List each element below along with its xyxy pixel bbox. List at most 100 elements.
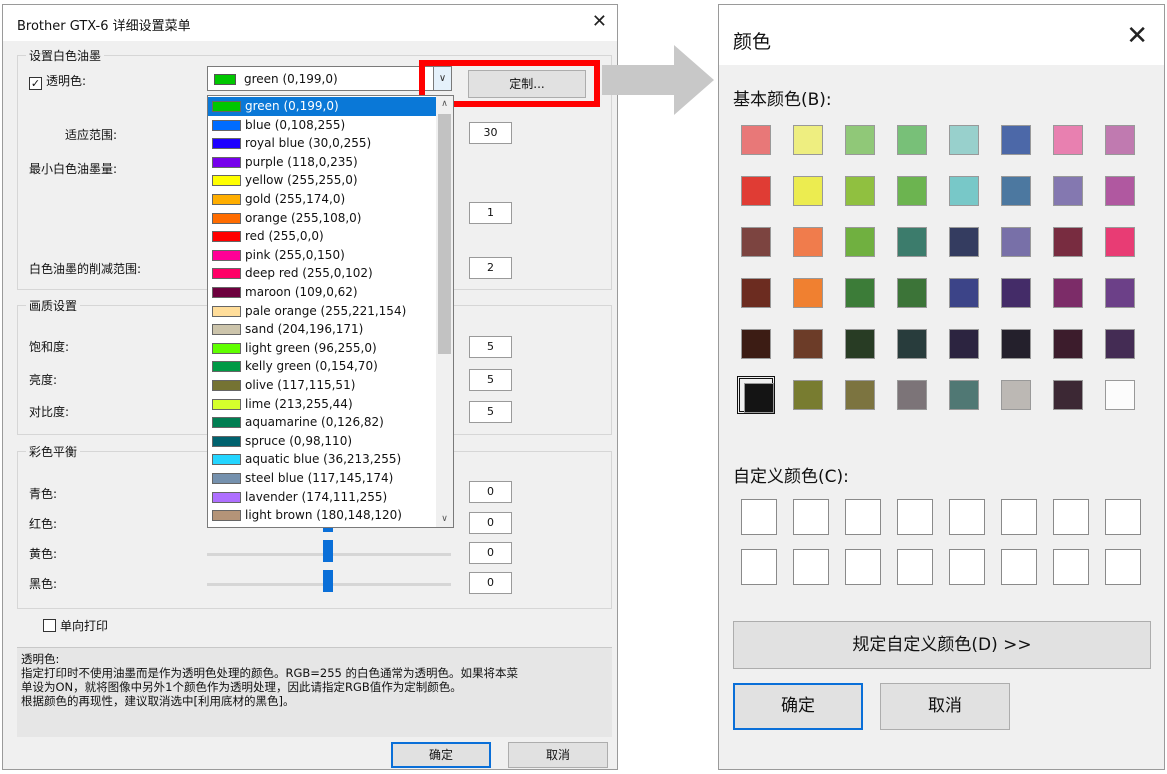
basic-color-cell[interactable] (841, 274, 879, 312)
dropdown-option[interactable]: deep red (255,0,102) (208, 264, 436, 283)
dropdown-option[interactable]: steel blue (117,145,174) (208, 469, 436, 488)
black-value[interactable]: 0 (469, 572, 512, 594)
dropdown-option[interactable]: lavender (174,111,255) (208, 488, 436, 507)
basic-color-cell[interactable] (841, 376, 879, 414)
basic-color-cell[interactable] (737, 274, 775, 312)
basic-color-cell[interactable] (945, 376, 983, 414)
dropdown-option[interactable]: purple (118,0,235) (208, 153, 436, 172)
dropdown-option[interactable]: aquatic blue (36,213,255) (208, 450, 436, 469)
unidirectional-checkbox[interactable]: 单向打印 (43, 617, 108, 634)
dropdown-option[interactable]: royal blue (30,0,255) (208, 134, 436, 153)
contrast-value[interactable]: 5 (469, 401, 512, 423)
basic-color-cell[interactable] (893, 223, 931, 261)
dropdown-option[interactable]: sand (204,196,171) (208, 320, 436, 339)
basic-color-cell[interactable] (1049, 274, 1087, 312)
yellow-slider-thumb[interactable] (323, 540, 333, 562)
dropdown-option[interactable]: blue (0,108,255) (208, 116, 436, 135)
basic-color-cell[interactable] (997, 274, 1035, 312)
basic-color-cell[interactable] (737, 172, 775, 210)
basic-color-cell[interactable] (893, 376, 931, 414)
dropdown-option[interactable]: orange (255,108,0) (208, 209, 436, 228)
black-slider-thumb[interactable] (323, 570, 333, 592)
dropdown-option[interactable]: olive (117,115,51) (208, 376, 436, 395)
basic-color-cell[interactable] (1049, 121, 1087, 159)
dropdown-option[interactable]: aquamarine (0,126,82) (208, 413, 436, 432)
basic-color-cell[interactable] (737, 325, 775, 363)
basic-color-cell[interactable] (1049, 376, 1087, 414)
dropdown-option[interactable]: spruce (0,98,110) (208, 432, 436, 451)
basic-color-cell[interactable] (997, 121, 1035, 159)
custom-color-cell[interactable] (845, 549, 881, 585)
custom-color-cell[interactable] (845, 499, 881, 535)
basic-color-cell[interactable] (1049, 172, 1087, 210)
basic-color-cell[interactable] (737, 376, 775, 414)
basic-color-cell[interactable] (997, 376, 1035, 414)
basic-color-cell[interactable] (789, 376, 827, 414)
basic-color-cell[interactable] (945, 172, 983, 210)
reduction-range-value[interactable]: 2 (469, 257, 512, 279)
custom-color-cell[interactable] (793, 549, 829, 585)
dropdown-option[interactable]: gold (255,174,0) (208, 190, 436, 209)
checkbox-checked-icon[interactable]: ✓ (29, 77, 42, 90)
basic-color-cell[interactable] (841, 223, 879, 261)
dropdown-option[interactable]: red (255,0,0) (208, 227, 436, 246)
dropdown-option[interactable]: lime (213,255,44) (208, 395, 436, 414)
saturation-value[interactable]: 5 (469, 336, 512, 358)
custom-color-cell[interactable] (897, 499, 933, 535)
basic-color-cell[interactable] (945, 223, 983, 261)
scrollbar-thumb[interactable] (438, 114, 451, 354)
dropdown-option[interactable]: maroon (109,0,62) (208, 283, 436, 302)
basic-color-cell[interactable] (893, 172, 931, 210)
basic-color-cell[interactable] (945, 274, 983, 312)
custom-color-cell[interactable] (949, 499, 985, 535)
cyan-value[interactable]: 0 (469, 481, 512, 503)
basic-color-cell[interactable] (1101, 274, 1139, 312)
basic-color-cell[interactable] (1101, 172, 1139, 210)
basic-color-cell[interactable] (1101, 325, 1139, 363)
basic-color-cell[interactable] (1101, 223, 1139, 261)
dropdown-scrollbar[interactable]: ∧ ∨ (436, 96, 453, 527)
dropdown-option[interactable]: light green (96,255,0) (208, 339, 436, 358)
basic-color-cell[interactable] (893, 325, 931, 363)
basic-color-cell[interactable] (1049, 325, 1087, 363)
custom-color-cell[interactable] (897, 549, 933, 585)
cancel-button[interactable]: 取消 (508, 742, 608, 768)
dropdown-option[interactable]: pale orange (255,221,154) (208, 302, 436, 321)
define-custom-colors-button[interactable]: 规定自定义颜色(D) >> (733, 621, 1151, 669)
basic-color-cell[interactable] (1101, 121, 1139, 159)
dropdown-option[interactable]: yellow (255,255,0) (208, 171, 436, 190)
basic-color-cell[interactable] (893, 121, 931, 159)
transparent-checkbox[interactable]: ✓ 透明色: (29, 72, 86, 90)
min-white-ink-value[interactable]: 1 (469, 202, 512, 224)
custom-color-cell[interactable] (1105, 499, 1141, 535)
dropdown-option[interactable]: pink (255,0,150) (208, 246, 436, 265)
basic-color-cell[interactable] (997, 223, 1035, 261)
custom-color-cell[interactable] (1001, 499, 1037, 535)
ok-button[interactable]: 确定 (733, 683, 863, 730)
basic-color-cell[interactable] (841, 121, 879, 159)
basic-color-cell[interactable] (945, 121, 983, 159)
custom-color-cell[interactable] (1001, 549, 1037, 585)
basic-color-cell[interactable] (737, 121, 775, 159)
color-dropdown-list[interactable]: green (0,199,0) blue (0,108,255) royal blu… (207, 95, 454, 528)
transparent-color-select[interactable]: green (0,199,0) ∨ (207, 66, 452, 91)
basic-color-cell[interactable] (789, 274, 827, 312)
basic-color-cell[interactable] (789, 121, 827, 159)
brightness-value[interactable]: 5 (469, 369, 512, 391)
basic-color-cell[interactable] (997, 172, 1035, 210)
cancel-button[interactable]: 取消 (880, 683, 1010, 730)
ok-button[interactable]: 确定 (391, 742, 491, 768)
custom-color-cell[interactable] (1105, 549, 1141, 585)
adapt-range-value[interactable]: 30 (469, 122, 512, 144)
scroll-up-icon[interactable]: ∧ (436, 96, 453, 112)
basic-color-cell[interactable] (893, 274, 931, 312)
basic-color-cell[interactable] (841, 172, 879, 210)
checkbox-unchecked-icon[interactable] (43, 619, 56, 632)
custom-color-cell[interactable] (741, 549, 777, 585)
close-icon[interactable]: ✕ (1126, 21, 1148, 51)
basic-color-cell[interactable] (1049, 223, 1087, 261)
basic-color-cell[interactable] (1101, 376, 1139, 414)
basic-color-cell[interactable] (997, 325, 1035, 363)
basic-color-cell[interactable] (945, 325, 983, 363)
custom-color-cell[interactable] (1053, 499, 1089, 535)
